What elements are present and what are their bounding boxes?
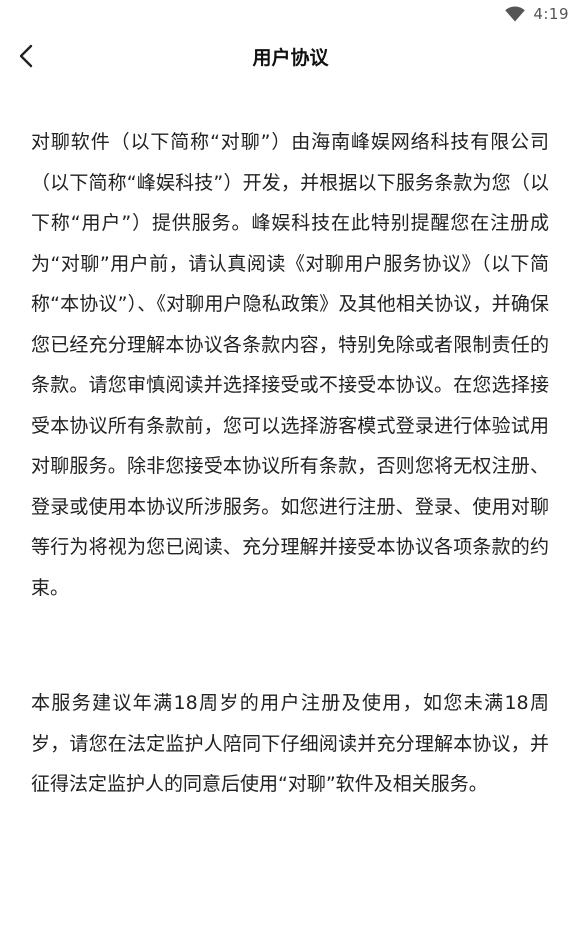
agreement-paragraph-1: 对聊软件（以下简称“对聊”）由海南峰娱网络科技有限公司（以下简称“峰娱科技”）开… [31, 131, 549, 599]
status-bar: 4:19 [0, 0, 581, 30]
app-bar: 用户协议 [0, 30, 581, 82]
agreement-content: 对聊软件（以下简称“对聊”）由海南峰娱网络科技有限公司（以下简称“峰娱科技”）开… [31, 122, 549, 805]
page-title: 用户协议 [252, 47, 329, 69]
agreement-paragraph-2: 本服务建议年满18周岁的用户注册及使用，如您未满18周岁，请您在法定监护人陪同下… [31, 692, 549, 795]
status-right: 4:19 [505, 5, 569, 23]
status-time: 4:19 [533, 5, 569, 23]
wifi-icon [505, 6, 526, 22]
